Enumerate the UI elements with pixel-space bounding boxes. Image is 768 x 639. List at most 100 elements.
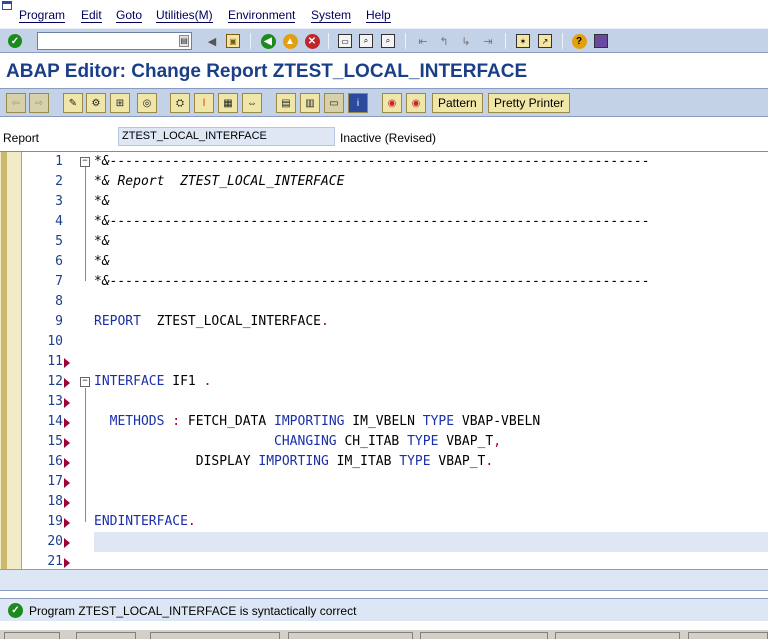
marker-icon [64, 398, 70, 408]
navigation-window-icon[interactable]: ⇔ [242, 93, 262, 113]
test-icon[interactable]: ǀ [194, 93, 214, 113]
next-object-icon[interactable]: ⇨ [29, 93, 49, 113]
cancel-icon[interactable]: ✕ [303, 32, 321, 50]
marker-icon [64, 378, 70, 388]
report-label: Report [3, 131, 40, 145]
where-used-icon[interactable]: ▦ [218, 93, 238, 113]
code-line[interactable]: 4 *&------------------------------------… [0, 212, 768, 232]
command-field[interactable]: ▤ [37, 32, 192, 50]
layout-menu-icon[interactable] [592, 32, 610, 50]
marker-icon [64, 498, 70, 508]
menu-help[interactable]: Help [366, 8, 391, 23]
previous-page-icon[interactable]: ↰ [435, 32, 453, 50]
print-icon[interactable]: ▭ [336, 32, 354, 50]
last-page-icon[interactable]: ⇥ [479, 32, 497, 50]
menu-environment[interactable]: Environment [228, 8, 296, 23]
display-change-icon[interactable]: ✎ [63, 93, 83, 113]
find-icon[interactable]: ⌕ [357, 32, 375, 50]
menu-program[interactable]: Program [19, 8, 66, 23]
display-object-list-icon[interactable]: ▥ [300, 93, 320, 113]
code-line[interactable]: 2 *& Report ZTEST_LOCAL_INTERFACE [0, 172, 768, 192]
info-icon[interactable]: i [348, 93, 368, 113]
taskbar-item[interactable] [688, 632, 768, 639]
marker-icon [64, 538, 70, 548]
exit-icon[interactable]: ▲ [281, 32, 299, 50]
save-icon[interactable]: ▣ [224, 32, 242, 50]
standard-toolbar: ✓ ▤ ◀ ▣ ◀ ▲ ✕ ▭ ⌕ ⌕ ⇤ ↰ ↳ ⇥ ✶ ↗ ? [0, 28, 768, 53]
menu-utilities[interactable]: Utilities(M) [156, 8, 213, 23]
marker-icon [64, 438, 70, 448]
code-line[interactable]: 9 REPORT ZTEST_LOCAL_INTERFACE. [0, 312, 768, 332]
code-line[interactable]: 8 [0, 292, 768, 312]
breakpoint-icon[interactable]: ◉ [382, 93, 402, 113]
menu-edit[interactable]: Edit [81, 8, 102, 23]
horizontal-scrollbar[interactable] [0, 569, 768, 591]
taskbar-item[interactable] [420, 632, 548, 639]
next-page-icon[interactable]: ↳ [457, 32, 475, 50]
marker-icon [64, 518, 70, 528]
object-list-icon[interactable]: ▤ [276, 93, 296, 113]
code-line[interactable]: 5 *& [0, 232, 768, 252]
code-line[interactable]: 19 ENDINTERFACE. [0, 512, 768, 532]
code-line[interactable]: 20 [0, 532, 768, 552]
report-header: Report ZTEST_LOCAL_INTERFACE Inactive (R… [0, 117, 768, 151]
help-icon[interactable]: ? [570, 32, 588, 50]
menu-goto[interactable]: Goto [116, 8, 143, 23]
first-page-icon[interactable]: ⇤ [414, 32, 432, 50]
menu-bar: Program Edit Goto Utilities(M) Environme… [0, 0, 768, 28]
marker-icon [64, 478, 70, 488]
code-line[interactable]: 1 − *&----------------------------------… [0, 152, 768, 172]
code-line[interactable]: 16 DISPLAY IMPORTING IM_ITAB TYPE VBAP_T… [0, 452, 768, 472]
application-toolbar: ⇦ ⇨ ✎ ⚙ ⊞ ◎ ⛭ ǀ ▦ ⇔ ▤ ▥ ▭ i ◉ ◉ Pattern … [0, 88, 768, 117]
code-line[interactable]: 15 CHANGING CH_ITAB TYPE VBAP_T, [0, 432, 768, 452]
fold-toggle-icon[interactable]: − [80, 157, 90, 167]
code-line[interactable]: 3 *& [0, 192, 768, 212]
command-input[interactable] [40, 34, 175, 48]
taskbar-item[interactable] [288, 632, 413, 639]
code-line[interactable]: 13 [0, 392, 768, 412]
previous-object-icon[interactable]: ⇦ [6, 93, 26, 113]
code-editor[interactable]: 1 − *&----------------------------------… [0, 151, 768, 569]
report-name-field: ZTEST_LOCAL_INTERFACE [118, 127, 335, 146]
taskbar-quicklaunch[interactable] [76, 632, 136, 639]
menu-system[interactable]: System [311, 8, 352, 23]
code-line[interactable]: 12 − INTERFACE IF1 . [0, 372, 768, 392]
success-check-icon: ✓ [8, 603, 23, 618]
session-breakpoint-icon[interactable]: ◉ [406, 93, 426, 113]
command-toggle-icon[interactable]: ◀ [203, 32, 221, 50]
start-button[interactable] [4, 632, 60, 639]
status-bar: ✓ Program ZTEST_LOCAL_INTERFACE is synta… [0, 598, 768, 621]
taskbar-item[interactable] [150, 632, 280, 639]
marker-icon [64, 418, 70, 428]
windows-taskbar [0, 629, 768, 639]
shortcut-icon[interactable]: ↗ [536, 32, 554, 50]
page-title: ABAP Editor: Change Report ZTEST_LOCAL_I… [6, 61, 528, 82]
pattern-button[interactable]: Pattern [432, 93, 483, 113]
command-history-icon[interactable]: ▤ [179, 35, 189, 47]
activate-icon[interactable]: ⛭ [170, 93, 190, 113]
code-line[interactable]: 17 [0, 472, 768, 492]
code-line[interactable]: 7 *&------------------------------------… [0, 272, 768, 292]
status-message: Program ZTEST_LOCAL_INTERFACE is syntact… [29, 604, 357, 618]
code-line[interactable]: 10 [0, 332, 768, 352]
check-icon[interactable]: ◎ [137, 93, 157, 113]
window-icon[interactable] [2, 1, 12, 10]
new-session-icon[interactable]: ✶ [514, 32, 532, 50]
fold-toggle-icon[interactable]: − [80, 377, 90, 387]
code-line[interactable]: 21 [0, 552, 768, 569]
code-line[interactable]: 18 [0, 492, 768, 512]
find-next-icon[interactable]: ⌕ [379, 32, 397, 50]
back-icon[interactable]: ◀ [259, 32, 277, 50]
marker-icon [64, 358, 70, 368]
title-bar: ABAP Editor: Change Report ZTEST_LOCAL_I… [0, 53, 768, 88]
pretty-printer-button[interactable]: Pretty Printer [488, 93, 571, 113]
other-object-icon[interactable]: ⊞ [110, 93, 130, 113]
active-inactive-icon[interactable]: ⚙ [86, 93, 106, 113]
taskbar-item[interactable] [555, 632, 680, 639]
report-status: Inactive (Revised) [340, 131, 437, 145]
code-line[interactable]: 6 *& [0, 252, 768, 272]
enter-check-icon[interactable]: ✓ [6, 32, 24, 50]
code-line[interactable]: 11 [0, 352, 768, 372]
fullscreen-icon[interactable]: ▭ [324, 93, 344, 113]
code-line[interactable]: 14 METHODS : FETCH_DATA IMPORTING IM_VBE… [0, 412, 768, 432]
